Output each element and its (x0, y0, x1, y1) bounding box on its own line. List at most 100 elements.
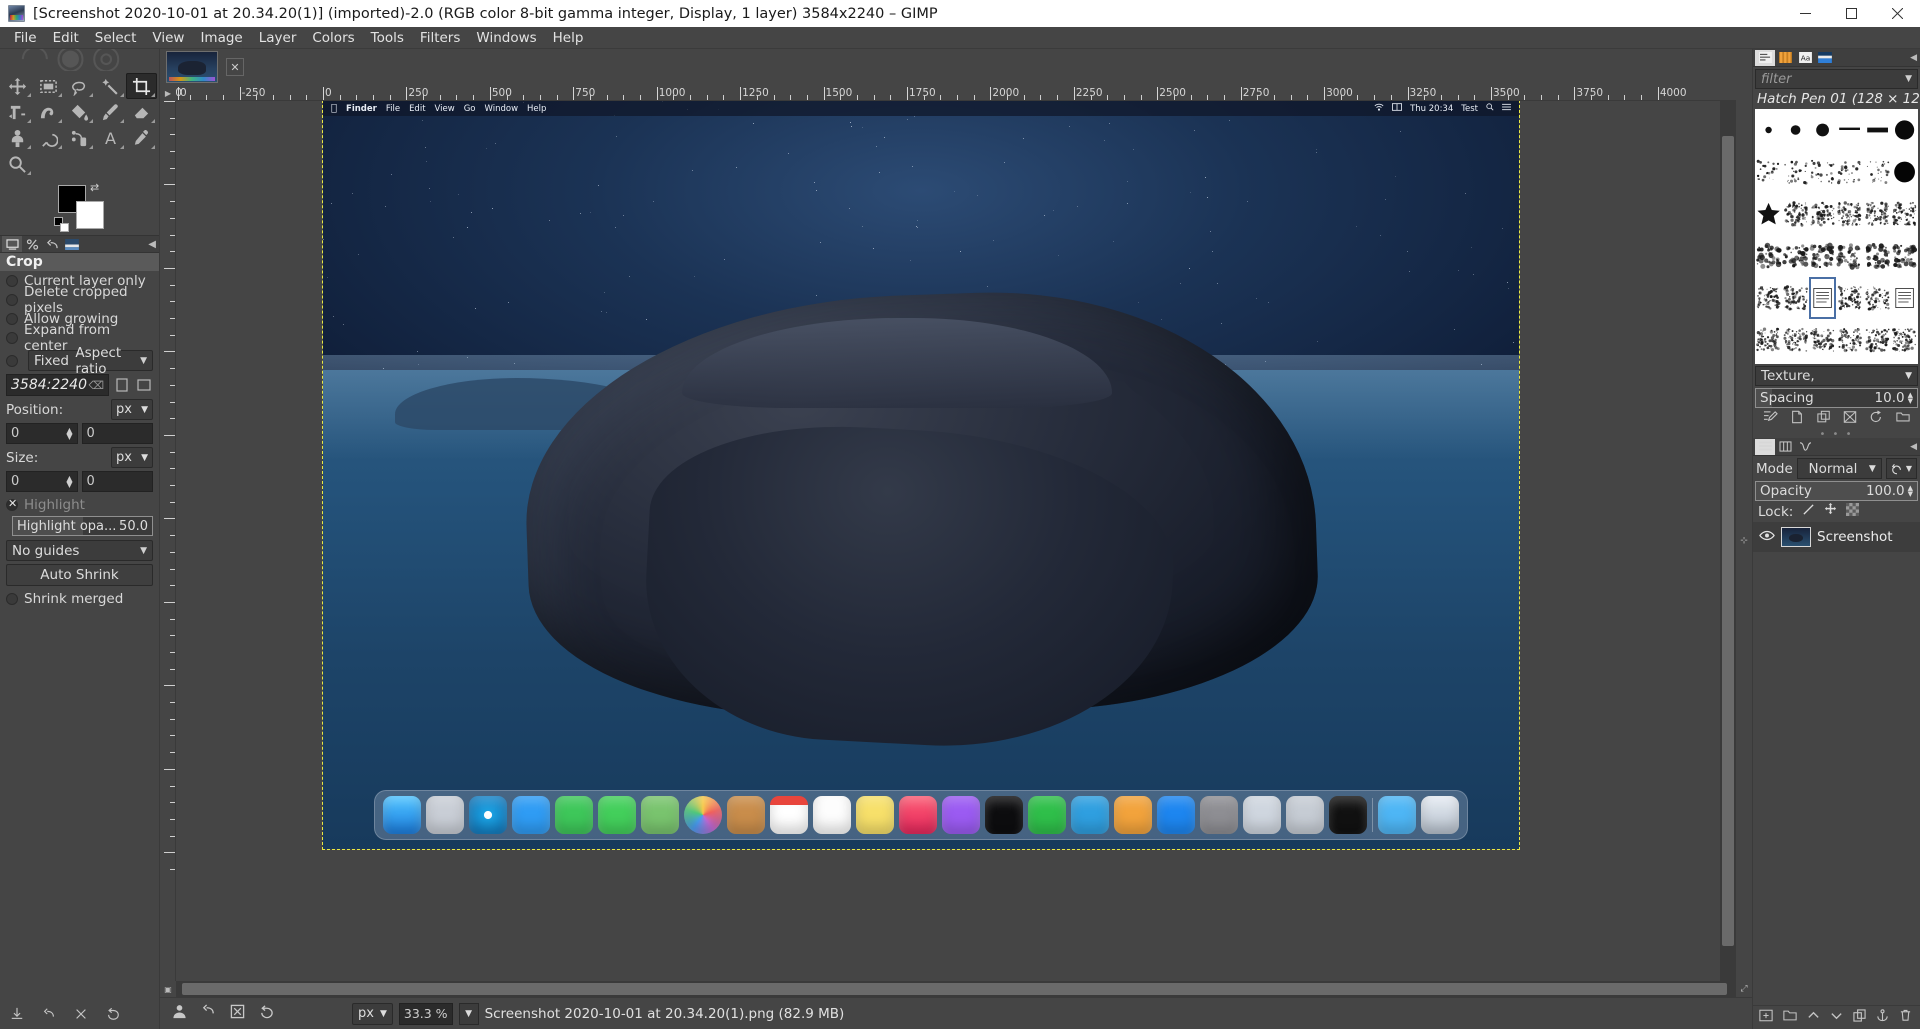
bucket-fill-tool[interactable] (64, 99, 95, 125)
brush-item[interactable] (1755, 361, 1782, 364)
brush-item[interactable] (1891, 193, 1918, 235)
layer-opacity-slider[interactable]: Opacity 100.0 ▲▼ (1755, 481, 1918, 501)
position-x-input[interactable]: 0 ▲▼ (6, 423, 78, 444)
brush-item[interactable] (1809, 361, 1836, 364)
macos-menu-edit[interactable]: Edit (409, 104, 425, 114)
checkbox-highlight[interactable] (6, 499, 18, 511)
macos-menu-go[interactable]: Go (464, 104, 476, 114)
dock-separator-grip[interactable]: • • • (1753, 430, 1920, 438)
delete-layer-icon[interactable] (1899, 1009, 1912, 1026)
ink-tool[interactable] (64, 125, 95, 151)
brush-item[interactable] (1755, 277, 1782, 319)
vertical-scrollbar[interactable] (1720, 101, 1736, 981)
brush-item[interactable] (1864, 193, 1891, 235)
vertical-ruler[interactable] (160, 101, 176, 981)
menu-edit[interactable]: Edit (45, 28, 87, 48)
reset-icon[interactable] (259, 1004, 274, 1023)
swap-colors-icon[interactable]: ⇄ (90, 181, 99, 194)
pages-icon[interactable] (1114, 796, 1152, 834)
maximize-button[interactable] (1828, 0, 1874, 27)
notes-icon[interactable] (856, 796, 894, 834)
tab-tool-options[interactable] (2, 236, 22, 252)
tab-brushes[interactable] (1755, 50, 1775, 66)
minimize-button[interactable] (1782, 0, 1828, 27)
tab-fonts[interactable]: Aa (1795, 50, 1815, 66)
text-tool[interactable]: A (95, 125, 126, 151)
brush-item[interactable] (1836, 109, 1863, 151)
macos-active-app[interactable]: Finder (346, 104, 377, 114)
facetime-icon[interactable] (555, 796, 593, 834)
landscape-orientation-icon[interactable] (135, 375, 153, 395)
anchor-layer-icon[interactable] (1876, 1009, 1889, 1026)
position-y-input[interactable]: 0 (82, 423, 154, 444)
cancel-icon[interactable] (230, 1004, 245, 1023)
restore-tool-preset-icon[interactable] (42, 1007, 56, 1025)
brush-item[interactable] (1836, 193, 1863, 235)
brush-item[interactable] (1782, 151, 1809, 193)
spinner-arrows[interactable]: ▲▼ (1908, 392, 1913, 404)
close-tab-button[interactable]: ✕ (226, 58, 244, 76)
brush-item[interactable] (1864, 151, 1891, 193)
new-brush-icon[interactable] (1790, 410, 1804, 428)
brush-item[interactable] (1836, 151, 1863, 193)
warp-transform-tool[interactable] (33, 99, 64, 125)
contacts-icon[interactable] (727, 796, 765, 834)
person-icon[interactable] (172, 1004, 187, 1023)
brush-item[interactable] (1755, 319, 1782, 361)
menu-filters[interactable]: Filters (412, 28, 468, 48)
image-thumbnail-tab[interactable] (166, 51, 218, 83)
brush-item[interactable] (1782, 277, 1809, 319)
brush-item[interactable] (1864, 235, 1891, 277)
menu-layer[interactable]: Layer (251, 28, 305, 48)
scroll-thumb[interactable] (182, 983, 1726, 995)
brush-item[interactable] (1809, 109, 1836, 151)
brush-item[interactable] (1782, 193, 1809, 235)
brush-item[interactable] (1782, 235, 1809, 277)
brush-item[interactable] (1809, 235, 1836, 277)
scroll-thumb[interactable] (1722, 136, 1734, 946)
size-width-input[interactable]: 0 ▲▼ (6, 471, 78, 492)
reminders-icon[interactable] (813, 796, 851, 834)
guides-select[interactable]: No guides ▼ (6, 540, 153, 561)
macos-screenshot-image[interactable]:  Finder File Edit View Go Window Help (323, 101, 1519, 849)
aspect-ratio-input[interactable]: 3584:2240 ⌫ (6, 374, 109, 396)
brush-item[interactable] (1891, 277, 1918, 319)
brush-grid[interactable] (1755, 109, 1918, 364)
open-brush-folder-icon[interactable] (1896, 410, 1910, 428)
brush-item[interactable] (1809, 277, 1836, 319)
eraser-tool[interactable] (126, 99, 157, 125)
free-select-tool[interactable] (64, 73, 95, 99)
edit-brush-icon[interactable] (1763, 410, 1778, 428)
macos-menu-file[interactable]: File (386, 104, 400, 114)
size-unit-select[interactable]: px ▼ (111, 447, 153, 468)
lock-position-icon[interactable] (1824, 503, 1837, 520)
launchpad-icon[interactable] (426, 796, 464, 834)
downloads-icon[interactable] (1378, 796, 1416, 834)
ruler-origin-button[interactable]: ▶ (160, 85, 176, 101)
lock-pixels-icon[interactable] (1802, 503, 1815, 520)
brush-item[interactable] (1836, 277, 1863, 319)
brush-item[interactable] (1755, 193, 1782, 235)
brush-spacing-slider[interactable]: Spacing 10.0 ▲▼ (1755, 388, 1918, 408)
brush-item[interactable] (1891, 361, 1918, 364)
brush-filter-input[interactable]: filter ▼ (1755, 69, 1918, 89)
clone-tool[interactable] (2, 125, 33, 151)
wifi-icon[interactable] (1374, 103, 1384, 114)
spinner-arrows[interactable]: ▲▼ (66, 428, 72, 440)
quick-mask-button[interactable]: ▣ (160, 981, 176, 997)
tab-undo-history[interactable] (42, 236, 62, 252)
preview-icon[interactable] (1243, 796, 1281, 834)
menu-help[interactable]: Help (545, 28, 592, 48)
checkbox-current-layer-only[interactable] (6, 275, 18, 287)
paintbrush-tool[interactable] (95, 99, 126, 125)
paint-dynamics-select[interactable]: Texture, ▼ (1755, 366, 1918, 386)
spinner-arrows[interactable]: ▲▼ (1908, 485, 1913, 497)
dock-menu-button[interactable]: ◀ (1910, 53, 1917, 63)
auto-shrink-button[interactable]: Auto Shrink (6, 564, 153, 586)
search-icon[interactable] (1486, 103, 1494, 114)
trash-icon[interactable] (1421, 796, 1459, 834)
zoom-level-dropdown[interactable]: ▼ (459, 1003, 479, 1025)
macos-menu-help[interactable]: Help (527, 104, 546, 114)
clear-icon[interactable]: ⌫ (88, 379, 104, 392)
apple-logo-icon[interactable]:  (331, 103, 337, 114)
